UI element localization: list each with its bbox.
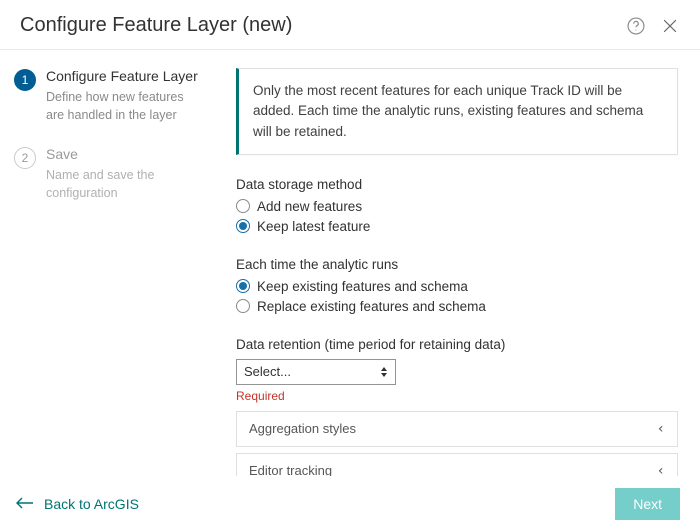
modal-title: Configure Feature Layer (new) xyxy=(20,14,626,37)
chevron-left-icon: ‹ xyxy=(657,421,665,437)
close-icon[interactable] xyxy=(660,16,680,36)
help-icon[interactable] xyxy=(626,16,646,36)
modal-footer: Back to ArcGIS Next xyxy=(0,476,700,532)
step-number-badge: 1 xyxy=(14,69,36,91)
wizard-step-save[interactable]: 2 Save Name and save the configuration xyxy=(14,146,200,202)
info-callout: Only the most recent features for each u… xyxy=(236,68,678,155)
wizard-step-configure[interactable]: 1 Configure Feature Layer Define how new… xyxy=(14,68,200,124)
main-panel: Only the most recent features for each u… xyxy=(214,50,700,476)
radio-label: Replace existing features and schema xyxy=(257,299,486,314)
next-button[interactable]: Next xyxy=(615,488,680,520)
step-description: Define how new features are handled in t… xyxy=(46,88,200,124)
chevron-left-icon: ‹ xyxy=(657,463,665,476)
radio-keep-existing[interactable]: Keep existing features and schema xyxy=(236,279,678,294)
data-retention-label: Data retention (time period for retainin… xyxy=(236,337,678,352)
radio-icon xyxy=(236,299,250,313)
modal-body: 1 Configure Feature Layer Define how new… xyxy=(0,50,700,476)
analytic-runs-label: Each time the analytic runs xyxy=(236,257,678,272)
radio-label: Add new features xyxy=(257,199,362,214)
step-number-badge: 2 xyxy=(14,147,36,169)
radio-icon xyxy=(236,279,250,293)
step-title: Save xyxy=(46,146,200,162)
radio-icon xyxy=(236,219,250,233)
step-description: Name and save the configuration xyxy=(46,166,200,202)
required-hint: Required xyxy=(236,389,678,403)
back-to-arcgis-link[interactable]: Back to ArcGIS xyxy=(16,496,139,512)
header-actions xyxy=(626,16,680,36)
wizard-sidebar: 1 Configure Feature Layer Define how new… xyxy=(0,50,214,476)
back-link-label: Back to ArcGIS xyxy=(44,496,139,512)
configure-feature-layer-modal: Configure Feature Layer (new) 1 xyxy=(0,0,700,532)
accordion-editor-tracking[interactable]: Editor tracking ‹ xyxy=(236,453,678,476)
modal-header: Configure Feature Layer (new) xyxy=(0,0,700,49)
accordion-label: Aggregation styles xyxy=(249,421,356,436)
radio-icon xyxy=(236,199,250,213)
stepper-arrows-icon xyxy=(380,366,388,378)
step-text: Save Name and save the configuration xyxy=(46,146,200,202)
data-retention-select[interactable]: Select... xyxy=(236,359,396,385)
radio-label: Keep existing features and schema xyxy=(257,279,468,294)
data-storage-label: Data storage method xyxy=(236,177,678,192)
radio-label: Keep latest feature xyxy=(257,219,370,234)
step-title: Configure Feature Layer xyxy=(46,68,200,84)
radio-add-new-features[interactable]: Add new features xyxy=(236,199,678,214)
select-value: Select... xyxy=(244,364,291,379)
accordion-aggregation-styles[interactable]: Aggregation styles ‹ xyxy=(236,411,678,447)
arrow-left-icon xyxy=(16,496,34,512)
radio-replace-existing[interactable]: Replace existing features and schema xyxy=(236,299,678,314)
accordion-label: Editor tracking xyxy=(249,463,332,476)
radio-keep-latest-feature[interactable]: Keep latest feature xyxy=(236,219,678,234)
step-text: Configure Feature Layer Define how new f… xyxy=(46,68,200,124)
